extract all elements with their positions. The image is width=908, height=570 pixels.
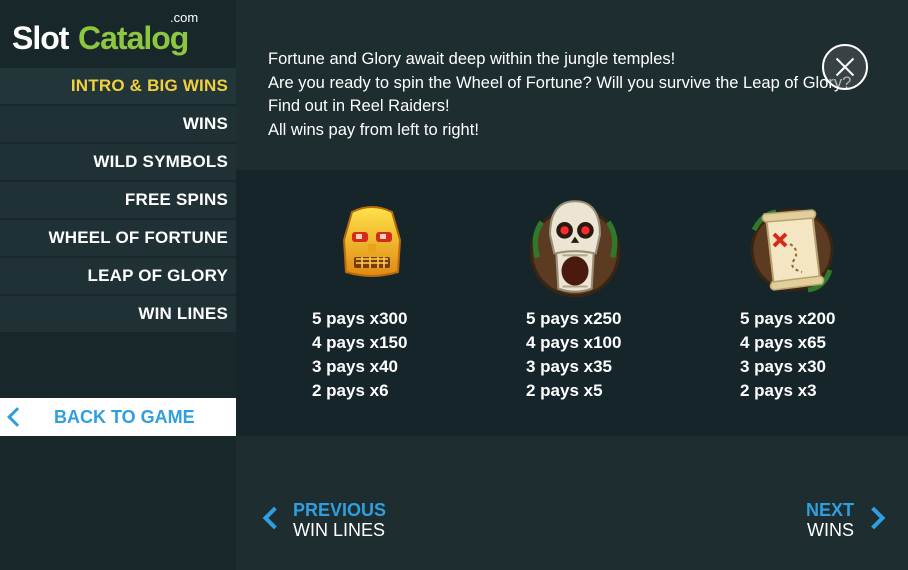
menu-item-label: INTRO & BIG WINS: [70, 76, 228, 95]
menu-item-leap-of-glory[interactable]: LEAP OF GLORY: [0, 258, 236, 294]
previous-target: WIN LINES: [293, 520, 386, 540]
menu-item-wild-symbols[interactable]: WILD SYMBOLS: [0, 144, 236, 180]
pay-line: 3 pays x40: [312, 357, 399, 376]
logo-com-text: .com: [170, 10, 199, 25]
menu-item-label: FREE SPINS: [124, 190, 228, 209]
previous-label: PREVIOUS: [293, 500, 387, 520]
pay-line: 4 pays x150: [312, 333, 408, 352]
pay-line: 3 pays x35: [526, 357, 613, 376]
logo-catalog-text: Catalog: [78, 20, 189, 56]
intro-line: Fortune and Glory await deep within the …: [268, 50, 676, 68]
help-menu: INTRO & BIG WINS WINS WILD SYMBOLS FREE …: [0, 68, 236, 334]
pay-line: 4 pays x65: [740, 333, 827, 352]
menu-item-wins[interactable]: WINS: [0, 106, 236, 142]
logo-slot-text: Slot: [12, 20, 69, 56]
pay-line: 5 pays x200: [740, 309, 836, 328]
treasure-map-icon: [750, 208, 834, 293]
back-to-game-label: BACK TO GAME: [54, 406, 195, 427]
sidebar: Slot Catalog .com INTRO & BIG WINS WINS …: [0, 0, 236, 570]
chevron-left-icon: [7, 407, 27, 427]
pay-line: 4 pays x100: [526, 333, 622, 352]
previous-page-button[interactable]: PREVIOUS WIN LINES: [258, 498, 418, 544]
symbol-2-pays: 5 pays x250 4 pays x100 3 pays x35 2 pay…: [526, 307, 621, 403]
menu-item-label: WHEEL OF FORTUNE: [48, 228, 228, 247]
menu-item-wheel-of-fortune[interactable]: WHEEL OF FORTUNE: [0, 220, 236, 256]
pay-line: 5 pays x300: [312, 309, 408, 328]
symbol-3-pays: 5 pays x200 4 pays x65 3 pays x30 2 pays…: [740, 307, 835, 403]
intro-text: Fortune and Glory await deep within the …: [268, 48, 888, 142]
intro-line: Are you ready to spin the Wheel of Fortu…: [268, 73, 852, 92]
next-target: WINS: [807, 520, 854, 540]
menu-item-label: WILD SYMBOLS: [93, 152, 228, 171]
back-to-game-button[interactable]: BACK TO GAME: [0, 398, 236, 436]
menu-item-intro-big-wins[interactable]: INTRO & BIG WINS: [0, 68, 236, 104]
paytable-panel: 5 pays x300 4 pays x150 3 pays x40 2 pay…: [236, 170, 908, 436]
pay-line: 2 pays x3: [740, 381, 817, 400]
pay-line: 2 pays x6: [312, 381, 389, 400]
menu-item-free-spins[interactable]: FREE SPINS: [0, 182, 236, 218]
golden-mask-icon: [342, 206, 402, 277]
slotcatalog-logo[interactable]: Slot Catalog .com: [12, 8, 222, 64]
close-button[interactable]: [822, 44, 868, 90]
menu-item-win-lines[interactable]: WIN LINES: [0, 296, 236, 332]
skull-icon: [529, 200, 621, 298]
pay-line: 2 pays x5: [526, 381, 603, 400]
pay-line: 5 pays x250: [526, 309, 622, 328]
symbol-1-pays: 5 pays x300 4 pays x150 3 pays x40 2 pay…: [312, 307, 407, 403]
chevron-right-icon: [862, 506, 886, 530]
chevron-left-icon: [262, 506, 286, 530]
next-page-button[interactable]: NEXT WINS: [770, 498, 894, 544]
next-label: NEXT: [805, 500, 854, 520]
menu-item-label: WIN LINES: [138, 304, 228, 323]
menu-item-label: LEAP OF GLORY: [87, 266, 228, 285]
pay-line: 3 pays x30: [740, 357, 827, 376]
intro-line: All wins pay from left to right!: [268, 120, 479, 139]
menu-item-label: WINS: [182, 114, 228, 133]
intro-line: Find out in Reel Raiders!: [268, 97, 450, 115]
